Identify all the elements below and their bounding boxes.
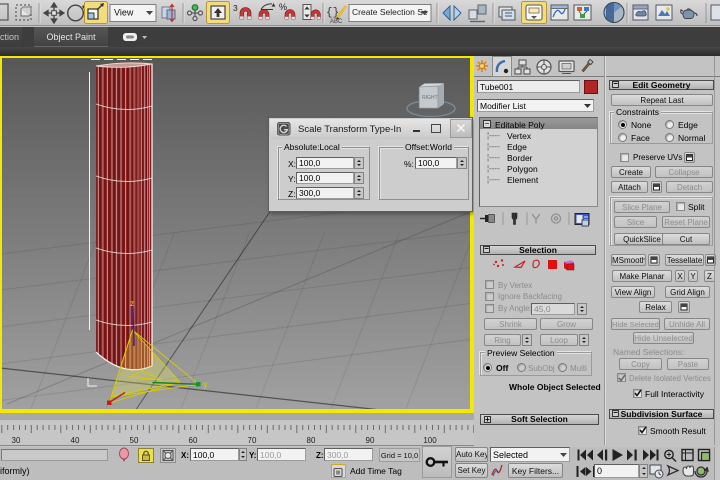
svg-text:ABC: ABC [330,19,343,25]
svg-text:40: 40 [71,436,80,445]
svg-text:z: z [130,299,134,308]
svg-text:100: 100 [423,436,437,445]
svg-text:Create Selection Se: Create Selection Se [352,7,428,17]
svg-text:%: % [279,2,287,12]
svg-text:60: 60 [189,436,198,445]
svg-text:3: 3 [233,3,238,13]
svg-text:90: 90 [366,436,375,445]
svg-text:RIGHT: RIGHT [422,95,438,101]
svg-text:View: View [114,8,134,18]
svg-text:70: 70 [248,436,257,445]
svg-text:80: 80 [307,436,316,445]
svg-text:y: y [204,380,208,389]
svg-text:30: 30 [12,436,21,445]
svg-text:50: 50 [130,436,139,445]
